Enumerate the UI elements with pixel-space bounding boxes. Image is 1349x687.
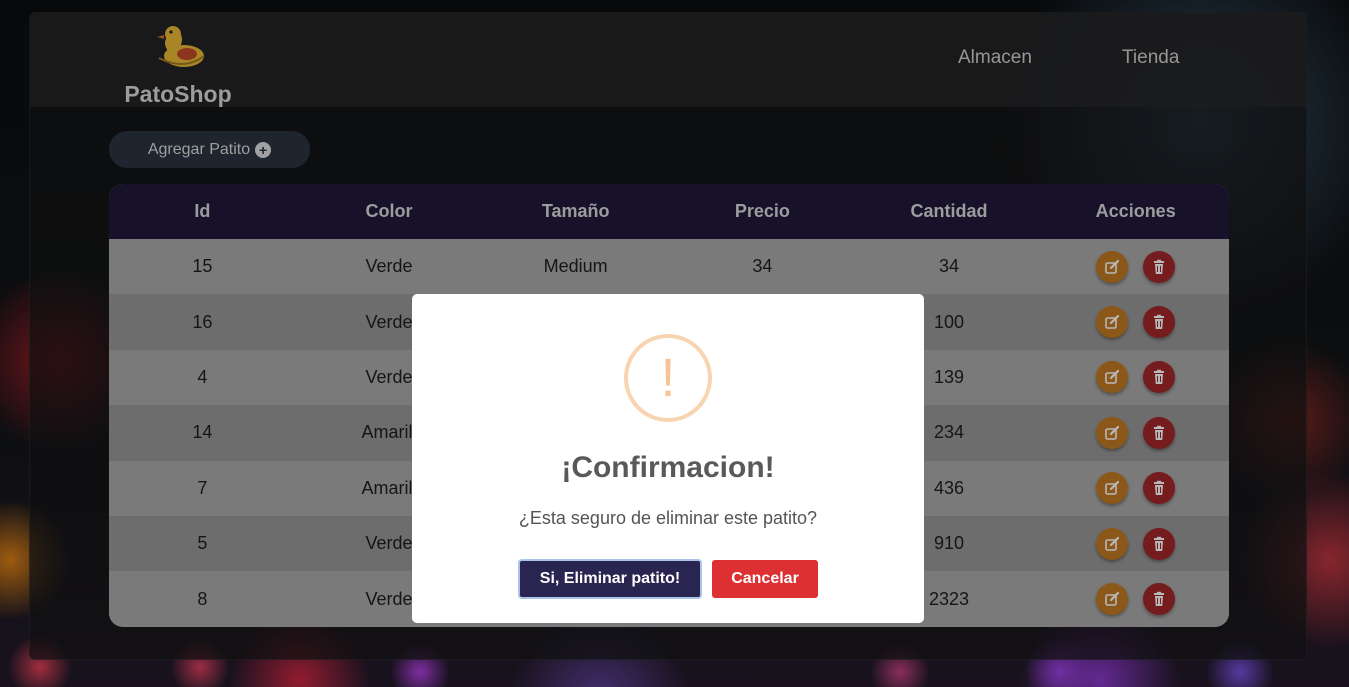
modal-backdrop[interactable]: ! ¡Confirmacion! ¿Esta seguro de elimina… bbox=[0, 0, 1349, 687]
dialog-title: ¡Confirmacion! bbox=[561, 451, 775, 484]
cancel-button[interactable]: Cancelar bbox=[712, 560, 818, 598]
dialog-actions: Si, Eliminar patito! Cancelar bbox=[412, 559, 924, 599]
confirm-delete-button[interactable]: Si, Eliminar patito! bbox=[518, 559, 702, 599]
warning-icon: ! bbox=[624, 334, 712, 422]
confirm-dialog: ! ¡Confirmacion! ¿Esta seguro de elimina… bbox=[412, 294, 924, 623]
dialog-message: ¿Esta seguro de eliminar este patito? bbox=[518, 508, 818, 528]
